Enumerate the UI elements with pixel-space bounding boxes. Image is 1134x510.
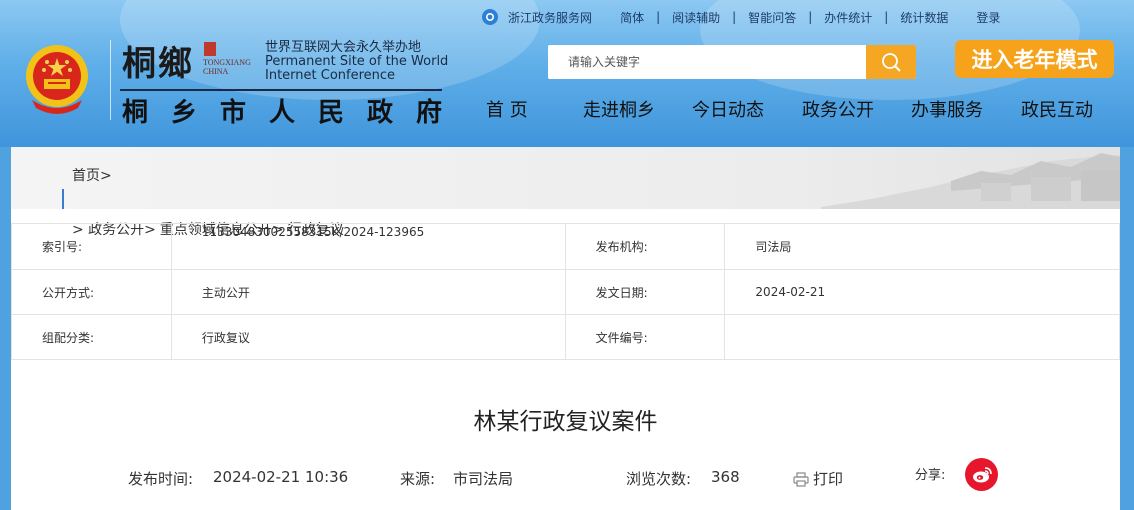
breadcrumb-marker bbox=[62, 189, 64, 209]
top-links-bar: 浙江政务服务网 | 简体 | 阅读辅助 | 智能问答 | 办件统计 | 统计数据… bbox=[482, 8, 1000, 26]
issuer-value: 司法局 bbox=[724, 223, 1120, 270]
breadcrumb-banner: 首页> bbox=[11, 147, 1120, 209]
category-value: 行政复议 bbox=[170, 314, 566, 360]
nav-interaction[interactable]: 政民互动 bbox=[1021, 96, 1093, 122]
separator: | bbox=[732, 10, 737, 24]
source-value: 市司法局 bbox=[453, 470, 514, 488]
table-row: 组配分类: 行政复议 文件编号: bbox=[11, 314, 1120, 360]
separator: | bbox=[656, 10, 661, 24]
open-method-label: 公开方式: bbox=[11, 269, 172, 315]
index-value: 11330483002558315K/2024-123965 bbox=[170, 223, 566, 270]
nav-home[interactable]: 首 页 bbox=[486, 96, 528, 122]
source-label: 来源: bbox=[400, 470, 436, 488]
search-button[interactable] bbox=[866, 45, 916, 79]
article-info-bar: 发布时间: 2024-02-21 10:36 来源: 市司法局 浏览次数: 36… bbox=[11, 457, 1120, 497]
share-label: 分享: bbox=[915, 468, 946, 483]
smart-qa-link[interactable]: 智能问答 bbox=[748, 9, 796, 26]
table-row: 索引号: 11330483002558315K/2024-123965 发布机构… bbox=[11, 223, 1120, 270]
login-link[interactable]: 登录 bbox=[976, 9, 1000, 26]
nav-about[interactable]: 走进桐乡 bbox=[583, 96, 655, 122]
table-row: 公开方式: 主动公开 发文日期: 2024-02-21 bbox=[11, 269, 1120, 315]
issue-date-value: 2024-02-21 bbox=[724, 269, 1120, 315]
issue-date-label: 发文日期: bbox=[564, 269, 726, 315]
zj-portal-link[interactable]: 浙江政务服务网 bbox=[508, 9, 592, 26]
nav-services[interactable]: 办事服务 bbox=[911, 96, 983, 122]
issuer-label: 发布机构: bbox=[564, 223, 726, 270]
simplified-link[interactable]: 简体 bbox=[620, 9, 644, 26]
case-stats-link[interactable]: 办件统计 bbox=[824, 9, 872, 26]
search-input[interactable] bbox=[548, 45, 866, 79]
red-seal-icon bbox=[204, 42, 216, 56]
nav-news[interactable]: 今日动态 bbox=[692, 96, 764, 122]
publish-label: 发布时间: bbox=[128, 470, 194, 488]
article-title: 林某行政复议案件 bbox=[473, 409, 658, 435]
brand-rule bbox=[120, 89, 442, 91]
print-button[interactable]: 打印 bbox=[793, 468, 843, 489]
site-header: 浙江政务服务网 | 简体 | 阅读辅助 | 智能问答 | 办件统计 | 统计数据… bbox=[0, 0, 1134, 147]
separator: | bbox=[884, 10, 889, 24]
ancient-building-graphic bbox=[821, 153, 1120, 209]
zj-portal-icon bbox=[482, 9, 498, 25]
nav-gov-open[interactable]: 政务公开 bbox=[802, 96, 874, 122]
search-icon bbox=[882, 53, 901, 72]
content-panel: 首页> > 政务公开> 重点领域信息公开> 行政复议 索引号: 1133048300… bbox=[11, 147, 1120, 510]
open-method-value: 主动公开 bbox=[170, 269, 566, 315]
views-value: 368 bbox=[711, 468, 740, 486]
printer-icon bbox=[793, 472, 809, 487]
separator: | bbox=[808, 10, 813, 24]
reading-aid-link[interactable]: 阅读辅助 bbox=[672, 9, 720, 26]
print-label: 打印 bbox=[813, 470, 844, 488]
stats-data-link[interactable]: 统计数据 bbox=[900, 9, 948, 26]
seal-caption: TONGXIANG CHINA bbox=[203, 58, 251, 76]
elder-mode-button[interactable]: 进入老年模式 bbox=[955, 40, 1114, 78]
document-meta-table: 索引号: 11330483002558315K/2024-123965 发布机构… bbox=[11, 223, 1120, 360]
wic-caption: 世界互联网大会永久举办地 Permanent Site of the World… bbox=[265, 40, 449, 83]
breadcrumb-home[interactable]: 首页> bbox=[72, 165, 112, 185]
publish-time: 10:36 bbox=[305, 468, 349, 486]
views-label: 浏览次数: bbox=[626, 470, 692, 488]
index-label: 索引号: bbox=[11, 223, 172, 270]
doc-number-label: 文件编号: bbox=[564, 314, 726, 360]
weibo-share-button[interactable] bbox=[965, 458, 998, 491]
main-nav: 首 页 走进桐乡 今日动态 政务公开 办事服务 政民互动 bbox=[0, 96, 1134, 122]
publish-date: 2024-02-21 bbox=[213, 468, 301, 486]
weibo-icon bbox=[972, 466, 992, 482]
doc-number-value bbox=[724, 314, 1120, 360]
tongxiang-calligraphy: 桐鄉 bbox=[122, 44, 194, 84]
category-label: 组配分类: bbox=[11, 314, 172, 360]
search-box bbox=[548, 45, 916, 79]
